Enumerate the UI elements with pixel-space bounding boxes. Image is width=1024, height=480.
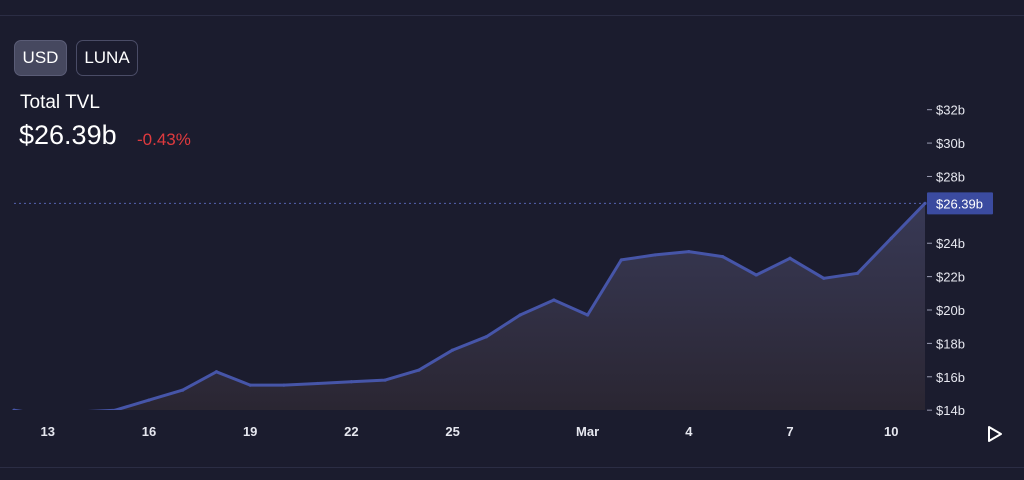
tvl-data-point [12,408,16,410]
tvl-data-point [181,388,185,392]
tvl-data-point [653,253,657,257]
tvl-data-point [316,381,320,386]
y-tick-label: $24b [936,236,965,251]
y-tick-label: $22b [936,270,965,285]
tvl-data-point [147,398,151,402]
tvl-data-point [619,258,623,262]
tvl-data-point [113,408,117,410]
tvl-data-point [889,236,893,240]
tvl-data-point [417,368,421,372]
tvl-data-point [518,313,522,317]
y-tick-label: $30b [936,136,965,151]
y-tick-label: $14b [936,403,965,418]
tvl-data-point [552,298,556,302]
tvl-data-point [80,410,83,413]
y-tick-label: $16b [936,370,965,385]
x-tick-label: 7 [786,424,793,439]
tvl-data-point [822,276,826,280]
last-value-label: $26.39b [936,196,983,211]
tvl-data-point [46,414,49,417]
y-tick-label: $28b [936,169,965,184]
y-tick-label: $32b [936,103,965,118]
x-tick-label: 4 [685,424,693,439]
x-tick-label: 13 [41,424,55,439]
tvl-data-point [214,370,219,374]
tvl-data-point [451,348,455,352]
x-tick-label: 10 [884,424,898,439]
tvl-data-point [248,383,252,387]
tvl-data-point [855,271,860,275]
tvl-data-point [383,378,387,382]
tvl-data-point [788,256,792,260]
play-icon[interactable] [984,423,1006,445]
y-tick-label: $18b [936,336,965,351]
tvl-data-point [282,383,286,387]
tvl-data-point [687,249,691,254]
tvl-data-point [720,254,725,259]
x-tick-label: 19 [243,424,257,439]
bottom-divider [0,467,1024,468]
tvl-data-point [349,380,354,384]
tvl-area-chart[interactable]: $32b $30b $28b $24b $22b $20b $18b $16b $14b 13 1… [0,0,1024,480]
x-tick-label: 22 [344,424,358,439]
tvl-data-point [585,313,590,317]
x-tick-label: 25 [445,424,459,439]
y-tick-label: $20b [936,303,965,318]
tvl-area-fill [115,203,925,410]
x-tick-label: 16 [142,424,156,439]
tvl-data-point [754,273,758,277]
tvl-data-point [484,335,488,339]
x-tick-label: Mar [576,424,599,439]
